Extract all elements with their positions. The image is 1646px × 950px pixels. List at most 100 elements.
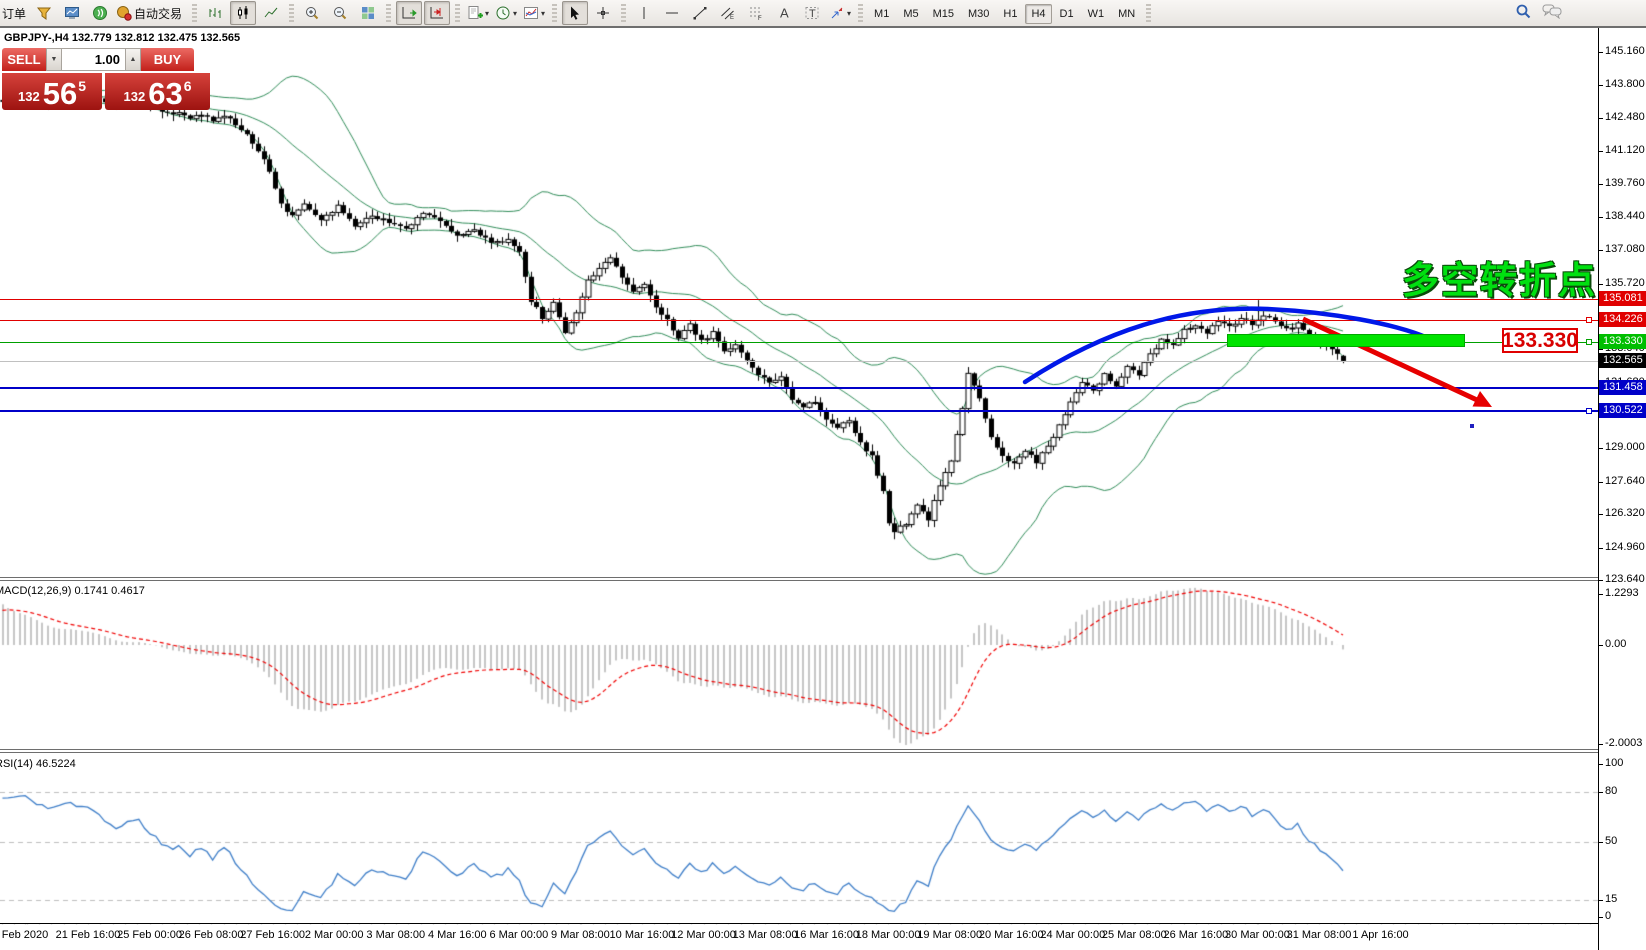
- horizontal-line-tool[interactable]: [659, 1, 685, 25]
- level-line-135.081[interactable]: [0, 299, 1598, 300]
- price-callout-133330[interactable]: 133.330: [1502, 328, 1578, 353]
- chart-bars-button[interactable]: [202, 1, 228, 25]
- add-indicator-button[interactable]: ▾: [465, 1, 491, 25]
- main-toolbar: 订单 自动交易: [0, 0, 1646, 28]
- fibonacci-tool[interactable]: F: [743, 1, 769, 25]
- volume-decrease-button[interactable]: ▼: [46, 48, 62, 71]
- tile-windows-button[interactable]: [355, 1, 381, 25]
- axis-tick-dash: [1599, 482, 1603, 483]
- sell-price-display[interactable]: 132 56 5: [2, 73, 102, 110]
- chart-shift-toggle[interactable]: [424, 1, 450, 25]
- volume-input[interactable]: [62, 48, 125, 71]
- autotrading-toggle[interactable]: 自动交易: [115, 1, 187, 25]
- equidistant-channel-icon: E: [720, 5, 736, 21]
- chat-icon[interactable]: [1542, 3, 1562, 19]
- bar-chart-icon: [207, 5, 223, 21]
- timeframe-h4[interactable]: H4: [1025, 4, 1051, 24]
- crosshair-tool-button[interactable]: [590, 1, 616, 25]
- broadcast-icon: [92, 5, 108, 21]
- timeframe-mn[interactable]: MN: [1112, 4, 1141, 24]
- signals-button[interactable]: [87, 1, 113, 25]
- chart-line-button[interactable]: [258, 1, 284, 25]
- level-line-131.458[interactable]: [0, 387, 1598, 389]
- time-axis-label: 26 Mar 16:00: [1163, 929, 1228, 941]
- price-axis-tick: 143.800: [1605, 78, 1645, 90]
- buy-button[interactable]: BUY: [141, 48, 194, 71]
- axis-tick-dash: [1599, 284, 1603, 285]
- funnel-button[interactable]: [31, 1, 57, 25]
- vertical-line-tool[interactable]: [631, 1, 657, 25]
- chart-candlestick-button[interactable]: [230, 1, 256, 25]
- text-label-tool[interactable]: T: [799, 1, 825, 25]
- price-tag-135.081[interactable]: 135.081: [1599, 291, 1646, 306]
- line-anchor-handle[interactable]: [1586, 339, 1592, 345]
- timeframe-m15[interactable]: M15: [927, 4, 960, 24]
- chart-canvas[interactable]: [0, 0, 1646, 950]
- level-line-134.226[interactable]: [0, 320, 1598, 321]
- axis-tick-dash: [1599, 594, 1603, 595]
- price-tag-133.330[interactable]: 133.330: [1599, 334, 1646, 349]
- buy-price-base: 132: [124, 89, 146, 104]
- new-order-button[interactable]: 订单: [2, 5, 26, 22]
- timeframe-w1[interactable]: W1: [1082, 4, 1111, 24]
- search-icon[interactable]: [1515, 3, 1532, 20]
- templates-button[interactable]: ▾: [521, 1, 547, 25]
- terminal-button[interactable]: [59, 1, 85, 25]
- time-axis-label: Feb 2020: [2, 929, 48, 941]
- level-line-130.522[interactable]: [0, 410, 1598, 412]
- time-axis-label: 18 Mar 00:00: [856, 929, 921, 941]
- price-axis[interactable]: 145.160143.800142.480141.120139.760138.4…: [1598, 28, 1646, 950]
- timeframe-h1[interactable]: H1: [997, 4, 1023, 24]
- text-tool[interactable]: A: [771, 1, 797, 25]
- arrows-icon: [829, 5, 845, 21]
- time-axis-label: 25 Mar 08:00: [1102, 929, 1167, 941]
- turning-point-annotation[interactable]: 多空转折点: [1402, 250, 1597, 304]
- level-line-132.565[interactable]: [0, 361, 1598, 362]
- trendline-tool[interactable]: [687, 1, 713, 25]
- zoom-out-button[interactable]: [327, 1, 353, 25]
- line-anchor-handle[interactable]: [1586, 408, 1592, 414]
- periods-button[interactable]: ▾: [493, 1, 519, 25]
- price-tag-131.458[interactable]: 131.458: [1599, 380, 1646, 395]
- time-axis-label: 19 Mar 08:00: [917, 929, 982, 941]
- price-axis-tick: 137.080: [1605, 243, 1645, 255]
- sell-button[interactable]: SELL: [2, 48, 46, 71]
- line-anchor-handle[interactable]: [1586, 317, 1592, 323]
- volume-increase-button[interactable]: ▲: [125, 48, 141, 71]
- toolbar-separator: [192, 4, 197, 22]
- arrows-tool[interactable]: ▾: [827, 1, 853, 25]
- price-tag-134.226[interactable]: 134.226: [1599, 312, 1646, 327]
- timeframe-m5[interactable]: M5: [897, 4, 924, 24]
- timeframe-m1[interactable]: M1: [868, 4, 895, 24]
- template-icon: [523, 5, 539, 21]
- green-supply-zone-rect[interactable]: [1227, 334, 1465, 347]
- toolbar-separator: [552, 4, 557, 22]
- price-tag-130.522[interactable]: 130.522: [1599, 403, 1646, 418]
- price-axis-tick: 123.640: [1605, 573, 1645, 585]
- timeframe-m30[interactable]: M30: [962, 4, 995, 24]
- zoom-in-button[interactable]: [299, 1, 325, 25]
- candlestick-icon: [235, 5, 251, 21]
- time-axis-label: 27 Feb 16:00: [240, 929, 305, 941]
- price-axis-tick: 141.120: [1605, 144, 1645, 156]
- time-axis[interactable]: Feb 202021 Feb 16:0025 Feb 00:0026 Feb 0…: [0, 925, 1646, 950]
- pane-separator[interactable]: [0, 749, 1646, 753]
- rsi-axis-label: 80: [1605, 785, 1617, 797]
- cursor-tool-button[interactable]: [562, 1, 588, 25]
- axis-tick-dash: [1599, 580, 1603, 581]
- indicator-plus-icon: [467, 5, 483, 21]
- time-axis-label: 2 Mar 00:00: [305, 929, 364, 941]
- price-tag-132.565[interactable]: 132.565: [1599, 353, 1646, 368]
- pane-separator[interactable]: [0, 577, 1646, 581]
- channel-tool[interactable]: E: [715, 1, 741, 25]
- time-axis-label: 3 Mar 08:00: [366, 929, 425, 941]
- axis-tick-dash: [1599, 514, 1603, 515]
- one-click-trading-panel: SELL ▼ ▲ BUY 132 56 5 132 63 6: [2, 48, 210, 110]
- svg-text:E: E: [730, 15, 734, 21]
- gold-funnel-icon: [36, 5, 52, 21]
- buy-price-display[interactable]: 132 63 6: [105, 73, 210, 110]
- timeframe-d1[interactable]: D1: [1054, 4, 1080, 24]
- auto-scroll-toggle[interactable]: [396, 1, 422, 25]
- price-axis-tick: 126.320: [1605, 507, 1645, 519]
- price-axis-tick: 142.480: [1605, 111, 1645, 123]
